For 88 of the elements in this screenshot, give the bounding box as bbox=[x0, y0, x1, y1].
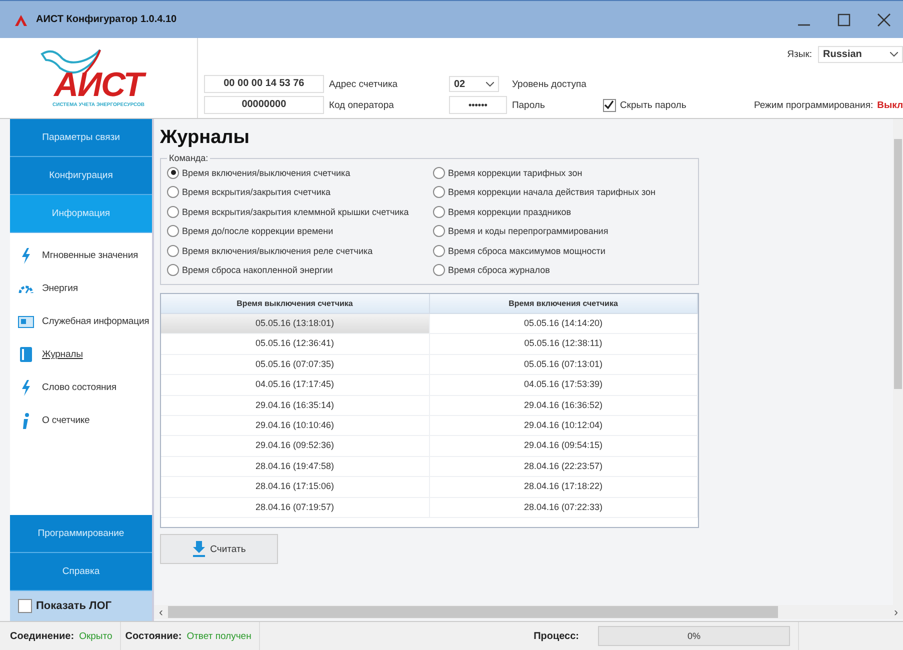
operator-code-label: Код оператора bbox=[328, 100, 395, 110]
maximize-icon[interactable] bbox=[837, 12, 851, 26]
read-button[interactable]: Считать bbox=[160, 534, 278, 564]
radio-button[interactable] bbox=[167, 244, 179, 257]
page-title: Журналы bbox=[160, 127, 250, 149]
table-cell[interactable]: 29.04.16 (10:10:46) bbox=[161, 416, 430, 436]
radio-label[interactable]: Время вскрытия/закрытия счетчика bbox=[182, 187, 331, 198]
connection-value: Окрыто bbox=[79, 630, 112, 642]
table-cell[interactable]: 05.05.16 (07:13:01) bbox=[430, 354, 698, 374]
operator-code-field[interactable]: 00000000 bbox=[204, 96, 324, 114]
table-cell[interactable]: 28.04.16 (22:23:57) bbox=[430, 456, 698, 476]
scroll-right-arrow[interactable]: › bbox=[889, 605, 903, 619]
process-label: Процесс: bbox=[534, 630, 579, 642]
sidebar-link[interactable]: Энергия bbox=[42, 283, 78, 294]
connection-label: Соединение: bbox=[10, 630, 74, 642]
password-field[interactable]: •••••• bbox=[448, 96, 507, 114]
radio-button[interactable] bbox=[167, 166, 179, 179]
programming-mode-label: Режим программирования: bbox=[754, 100, 874, 110]
app-logo-icon bbox=[14, 14, 28, 26]
chevron-icon bbox=[486, 82, 494, 86]
table-cell[interactable]: 29.04.16 (09:52:36) bbox=[161, 436, 430, 456]
table-cell[interactable]: 04.05.16 (17:53:39) bbox=[430, 375, 698, 395]
radio-button[interactable] bbox=[167, 264, 179, 276]
radio-label[interactable]: Время коррекции начала действия тарифных зон bbox=[448, 187, 656, 198]
sidebar-link[interactable]: Журналы bbox=[42, 349, 83, 360]
radio-label[interactable]: Время до/после коррекции времени bbox=[182, 226, 334, 236]
password-label: Пароль bbox=[512, 100, 546, 110]
scroll-left-arrow[interactable]: ‹ bbox=[154, 605, 168, 619]
sidebar-link[interactable]: О счетчике bbox=[42, 415, 90, 426]
column-header: Время включения счетчика bbox=[430, 294, 698, 313]
table-cell[interactable]: 04.05.16 (17:17:45) bbox=[161, 375, 430, 395]
state-value: Ответ получен bbox=[186, 630, 252, 642]
radio-button[interactable] bbox=[167, 225, 179, 238]
table-cell[interactable]: 28.04.16 (07:22:33) bbox=[430, 498, 698, 517]
window-title: АИСТ Конфигуратор 1.0.4.10 bbox=[36, 14, 177, 25]
table-cell[interactable]: 05.05.16 (12:36:41) bbox=[161, 334, 430, 354]
radio-button[interactable] bbox=[167, 206, 179, 218]
column-header: Время выключения счетчика bbox=[161, 294, 430, 313]
radio-label[interactable]: Время сброса максимумов мощности bbox=[448, 246, 606, 256]
sidebar-link[interactable]: Слово состояния bbox=[42, 382, 116, 393]
table-cell[interactable]: 28.04.16 (19:47:58) bbox=[161, 456, 430, 476]
table-cell[interactable]: 05.05.16 (07:07:35) bbox=[161, 354, 430, 374]
radio-label[interactable]: Время сброса накопленной энергии bbox=[182, 265, 333, 276]
radio-button[interactable] bbox=[433, 206, 445, 218]
download-icon bbox=[192, 541, 206, 557]
radio-label[interactable]: Время сброса журналов bbox=[448, 265, 550, 276]
table-cell[interactable]: 05.05.16 (12:38:11) bbox=[430, 334, 698, 354]
access-level-label: Уровень доступа bbox=[512, 78, 588, 90]
chevron-icon bbox=[890, 52, 898, 57]
radio-button[interactable] bbox=[433, 264, 445, 276]
access-level-dropdown[interactable]: 02 bbox=[448, 76, 499, 92]
radio-button[interactable] bbox=[167, 186, 179, 198]
radio-button[interactable] bbox=[433, 166, 445, 179]
table-cell[interactable]: 28.04.16 (07:19:57) bbox=[161, 498, 430, 517]
command-legend: Команда: bbox=[167, 153, 210, 163]
table-cell[interactable]: 05.05.16 (14:14:20) bbox=[430, 314, 698, 334]
sidebar-link[interactable]: Служебная информация bbox=[42, 316, 150, 327]
vertical-scrollbar[interactable] bbox=[893, 119, 903, 605]
radio-label[interactable]: Время коррекции тарифных зон bbox=[448, 168, 582, 178]
radio-button[interactable] bbox=[433, 225, 445, 238]
radio-label[interactable]: Время включения/выключения реле счетчика bbox=[182, 246, 373, 256]
table-cell[interactable]: 05.05.16 (13:18:01) bbox=[161, 314, 430, 334]
hide-password-checkbox[interactable]: Скрыть пароль bbox=[602, 98, 749, 112]
table-cell[interactable]: 29.04.16 (10:12:04) bbox=[430, 416, 698, 436]
table-cell[interactable]: 29.04.16 (16:35:14) bbox=[161, 396, 430, 415]
state-label: Состояние: bbox=[125, 630, 182, 642]
radio-label[interactable]: Время коррекции праздников bbox=[448, 206, 572, 217]
table-cell[interactable]: 28.04.16 (17:18:22) bbox=[430, 477, 698, 497]
language-label: Язык: bbox=[787, 49, 812, 60]
radio-label[interactable]: Время включения/выключения счетчика bbox=[182, 168, 350, 178]
language-dropdown[interactable]: Russian bbox=[818, 46, 903, 63]
progress-reading: 0% bbox=[686, 630, 702, 643]
radio-button[interactable] bbox=[433, 186, 445, 198]
close-icon[interactable] bbox=[877, 12, 891, 26]
address-label: Адрес счетчика bbox=[328, 78, 399, 90]
radio-label[interactable]: Время и коды перепрограммирования bbox=[448, 226, 608, 236]
sidebar-link[interactable]: Мгновенные значения bbox=[42, 250, 138, 261]
radio-label[interactable]: Время вскрытия/закрытия клеммной крышки счетчика bbox=[182, 206, 409, 217]
book-icon bbox=[18, 347, 34, 362]
checkmark-icon bbox=[604, 100, 614, 110]
address-field[interactable]: 00 00 00 14 53 76 bbox=[204, 75, 324, 93]
table-cell[interactable]: 29.04.16 (09:54:15) bbox=[430, 436, 698, 456]
horizontal-scrollbar[interactable]: ‹ › bbox=[154, 605, 903, 619]
programming-mode-value: Выкл bbox=[877, 100, 903, 110]
table-cell[interactable]: 29.04.16 (16:36:52) bbox=[430, 396, 698, 415]
id-card-icon bbox=[18, 316, 34, 328]
radio-button[interactable] bbox=[433, 244, 445, 257]
table-cell[interactable]: 28.04.16 (17:15:06) bbox=[161, 477, 430, 497]
